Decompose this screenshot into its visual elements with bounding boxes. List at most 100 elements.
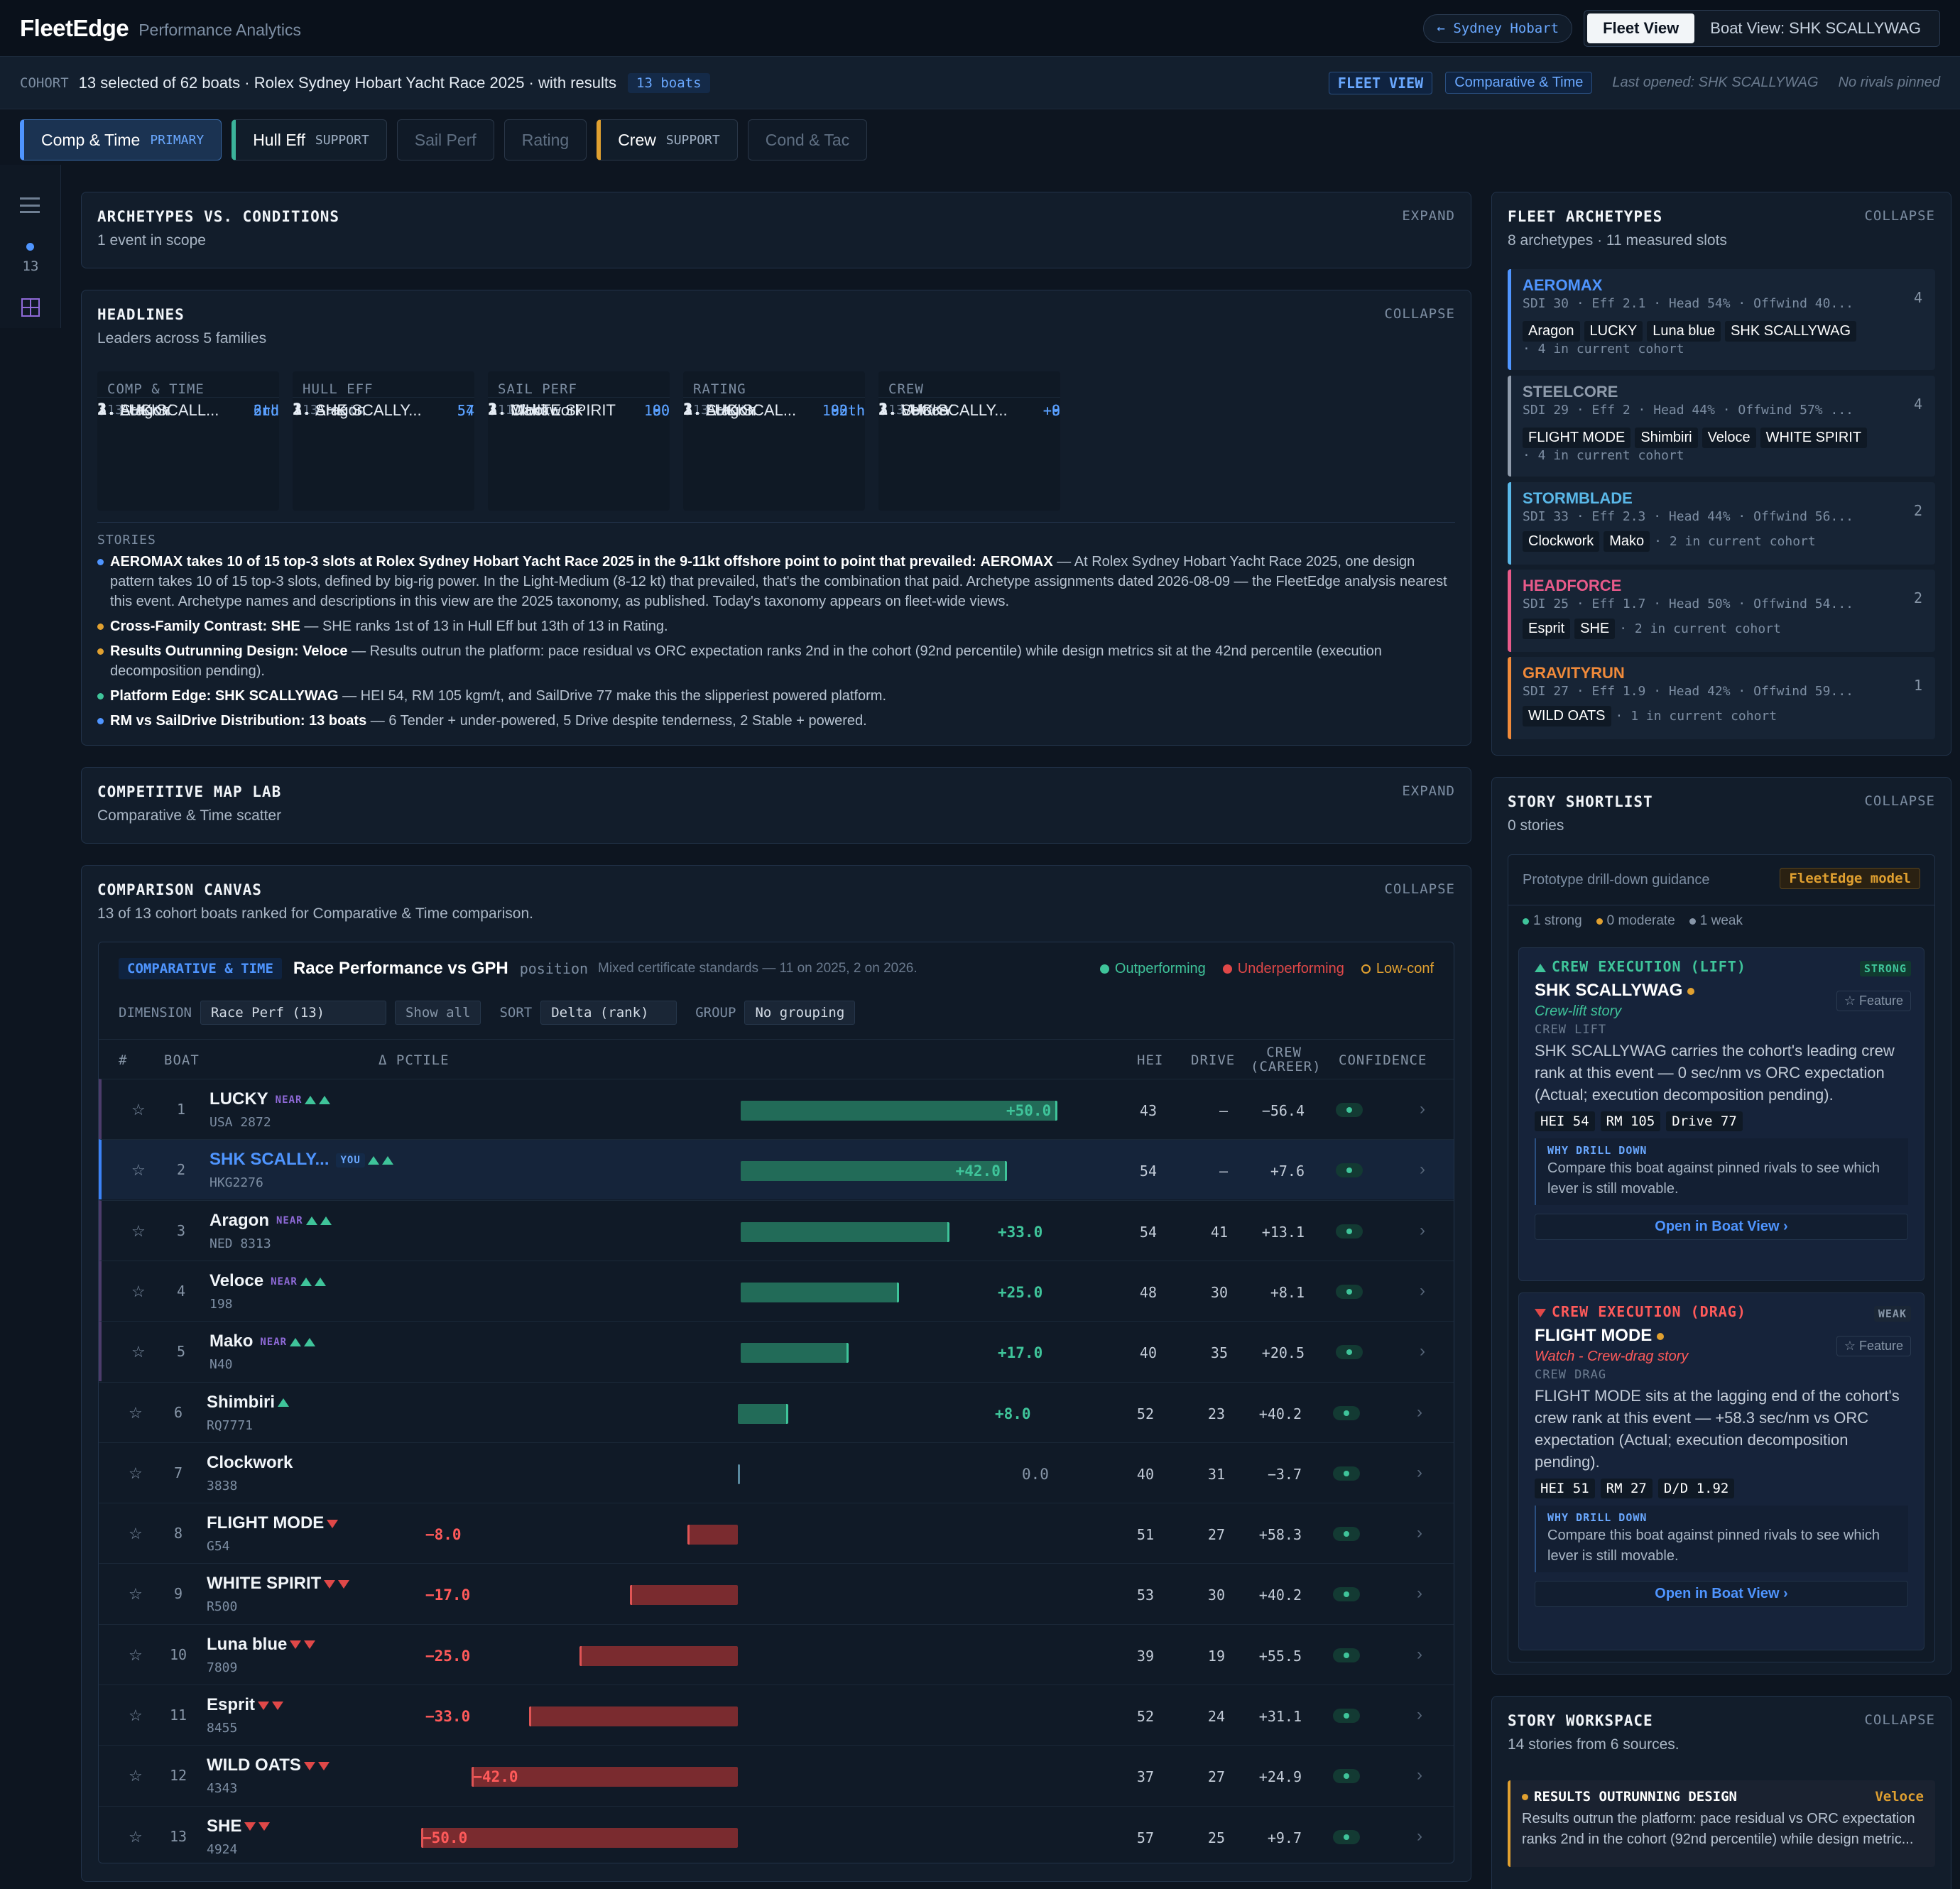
star-icon[interactable]: ☆ [129,1767,143,1785]
chevron-right-icon[interactable]: › [1417,1765,1422,1785]
leader-row[interactable]: 3. LUCKY +9 [878,397,1060,423]
col-rank[interactable]: # [119,1052,127,1068]
boat-name[interactable]: SHE [207,1817,271,1836]
star-icon[interactable]: ☆ [131,1222,146,1241]
boat-chip[interactable]: Luna blue [1647,321,1721,342]
boat-name[interactable]: Mako NEAR [209,1332,316,1351]
grid-icon[interactable] [21,298,40,317]
tab-sail-perf[interactable]: Sail Perf [396,119,494,160]
tab-hull-eff[interactable]: Hull Eff SUPPORT [232,119,387,160]
boat-chip[interactable]: SHE [1574,619,1616,639]
chevron-right-icon[interactable]: › [1417,1403,1422,1422]
boat-chip[interactable]: Veloce [1702,428,1756,448]
boat-name[interactable]: FLIGHT MODE [207,1513,339,1533]
star-icon[interactable]: ☆ [131,1101,146,1119]
col-delta[interactable]: Δ PCTILE [379,1052,450,1068]
boat-name[interactable]: Clockwork [207,1453,293,1473]
tab-rating[interactable]: Rating [503,119,587,160]
col-drive[interactable]: DRIVE [1191,1052,1235,1068]
story-item[interactable]: RM vs SailDrive Distribution: 13 boats —… [97,711,1455,731]
story-card-drag[interactable]: CREW EXECUTION (DRAG) WEAK FLIGHT MODE ☆… [1518,1292,1924,1650]
show-all-button[interactable]: Show all [394,1001,481,1025]
col-hei[interactable]: HEI [1137,1052,1163,1068]
chevron-right-icon[interactable]: › [1420,1221,1425,1241]
tab-comp-time[interactable]: Comp & Time PRIMARY [20,119,222,160]
table-row[interactable]: ☆ 5 Mako NEAR N40 +17.0 40 35 +20.5 › [99,1321,1454,1382]
boat-chip[interactable]: FLIGHT MODE [1523,428,1631,448]
boat-chip[interactable]: Mako [1604,531,1650,552]
table-row[interactable]: ☆ 10 Luna blue 7809 −25.0 39 19 +55.5 › [99,1623,1454,1684]
star-icon[interactable]: ☆ [131,1161,146,1180]
star-icon[interactable]: ☆ [129,1525,143,1543]
star-icon[interactable]: ☆ [129,1585,143,1604]
leader-row[interactable]: 3. WHITE SPIRIT 80 [488,397,670,423]
star-icon[interactable]: ☆ [129,1404,143,1422]
expand-button[interactable]: EXPAND [1402,783,1455,799]
boat-chip[interactable]: Shimbiri [1635,428,1698,448]
fleet-view-button[interactable]: Fleet View [1587,13,1695,43]
feature-button[interactable]: ☆ Feature [1836,991,1911,1011]
chevron-right-icon[interactable]: › [1417,1645,1422,1665]
table-row[interactable]: ☆ 1 LUCKY NEAR USA 2872 +50.0 43 – −56.4 … [99,1079,1454,1139]
boat-name[interactable]: LUCKY NEAR [209,1089,331,1109]
open-boat-view-button[interactable]: Open in Boat View › [1535,1214,1908,1240]
workspace-story-card[interactable]: RESULTS OUTRUNNING DESIGN Veloce Results… [1508,1780,1935,1867]
collapse-button[interactable]: COLLAPSE [1864,793,1935,809]
brand-logo[interactable]: FleetEdge [20,15,129,42]
star-icon[interactable]: ☆ [131,1283,146,1301]
boat-name[interactable]: SHK SCALLY... YOU [209,1150,393,1170]
tab-cond-tac[interactable]: Cond & Tac [747,119,868,160]
archetype-card[interactable]: HEADFORCE SDI 25 · Eff 1.7 · Head 50% · … [1508,570,1935,652]
table-row[interactable]: ☆ 2 SHK SCALLY... YOU HKG2276 +42.0 54 – … [99,1139,1454,1200]
archetype-card[interactable]: STORMBLADE SDI 33 · Eff 2.3 · Head 44% ·… [1508,482,1935,565]
table-row[interactable]: ☆ 3 Aragon NEAR NED 8313 +33.0 54 41 +13.… [99,1199,1454,1261]
table-row[interactable]: ☆ 4 Veloce NEAR 198 +25.0 48 30 +8.1 › [99,1260,1454,1321]
boat-name[interactable]: WILD OATS [207,1755,330,1775]
story-item[interactable]: Results Outrunning Design: Veloce — Resu… [97,641,1455,681]
chevron-right-icon[interactable]: › [1417,1463,1422,1483]
boat-name[interactable]: Esprit [207,1695,284,1715]
boat-chip[interactable]: Clockwork [1523,531,1600,552]
chevron-right-icon[interactable]: › [1417,1827,1422,1846]
archetype-card[interactable]: STEELCORE SDI 29 · Eff 2 · Head 44% · Of… [1508,376,1935,477]
leader-row[interactable]: 3. Aragon 6th [97,397,279,423]
boat-view-button[interactable]: Boat View: SHK SCALLYWAG [1694,13,1937,43]
table-row[interactable]: ☆ 9 WHITE SPIRIT R500 −17.0 53 30 +40.2 … [99,1563,1454,1623]
chevron-right-icon[interactable]: › [1417,1523,1422,1543]
boat-chip[interactable]: Aragon [1523,321,1580,342]
collapse-button[interactable]: COLLAPSE [1384,306,1455,322]
dimension-select[interactable]: Race Perf (13) [200,1001,386,1025]
boat-name[interactable]: Luna blue [207,1635,316,1655]
star-icon[interactable]: ☆ [131,1343,146,1361]
back-to-event-button[interactable]: ← Sydney Hobart [1423,13,1573,43]
col-boat[interactable]: BOAT [164,1052,200,1068]
star-icon[interactable]: ☆ [129,1646,143,1665]
table-row[interactable]: ☆ 13 SHE 4924 −50.0 57 25 +9.7 › [99,1805,1454,1866]
leader-row[interactable]: 3. Aragon 54 [293,397,474,423]
tab-crew[interactable]: Crew SUPPORT [597,119,738,160]
star-icon[interactable]: ☆ [129,1828,143,1846]
collapse-button[interactable]: COLLAPSE [1864,208,1935,224]
chevron-right-icon[interactable]: › [1420,1281,1425,1301]
archetype-card[interactable]: GRAVITYRUN SDI 27 · Eff 1.9 · Head 42% ·… [1508,657,1935,739]
collapse-button[interactable]: COLLAPSE [1384,881,1455,897]
table-row[interactable]: ☆ 7 Clockwork 3838 0.0 40 31 −3.7 › [99,1442,1454,1503]
boat-name[interactable]: Aragon NEAR [209,1211,332,1231]
chevron-right-icon[interactable]: › [1417,1584,1422,1604]
chevron-right-icon[interactable]: › [1420,1160,1425,1180]
table-row[interactable]: ☆ 11 Esprit 8455 −33.0 52 24 +31.1 › [99,1684,1454,1745]
collapse-button[interactable]: COLLAPSE [1864,1712,1935,1728]
star-icon[interactable]: ☆ [129,1706,143,1725]
col-crew[interactable]: CREW (CAREER) [1251,1045,1321,1074]
story-item[interactable]: Cross-Family Contrast: SHE — SHE ranks 1… [97,616,1455,636]
feature-button[interactable]: ☆ Feature [1836,1336,1911,1356]
chevron-right-icon[interactable]: › [1417,1705,1422,1725]
story-item[interactable]: Platform Edge: SHK SCALLYWAG — HEI 54, R… [97,686,1455,706]
boat-name[interactable]: Veloce NEAR [209,1271,326,1291]
boat-name[interactable]: WHITE SPIRIT [207,1574,350,1594]
table-row[interactable]: ☆ 6 Shimbiri RQ7771 +8.0 52 23 +40.2 › [99,1381,1454,1442]
boat-chip[interactable]: SHK SCALLYWAG [1725,321,1857,342]
menu-icon[interactable] [20,197,40,213]
boat-name[interactable]: Shimbiri [207,1393,290,1412]
boat-chip[interactable]: WHITE SPIRIT [1760,428,1868,448]
